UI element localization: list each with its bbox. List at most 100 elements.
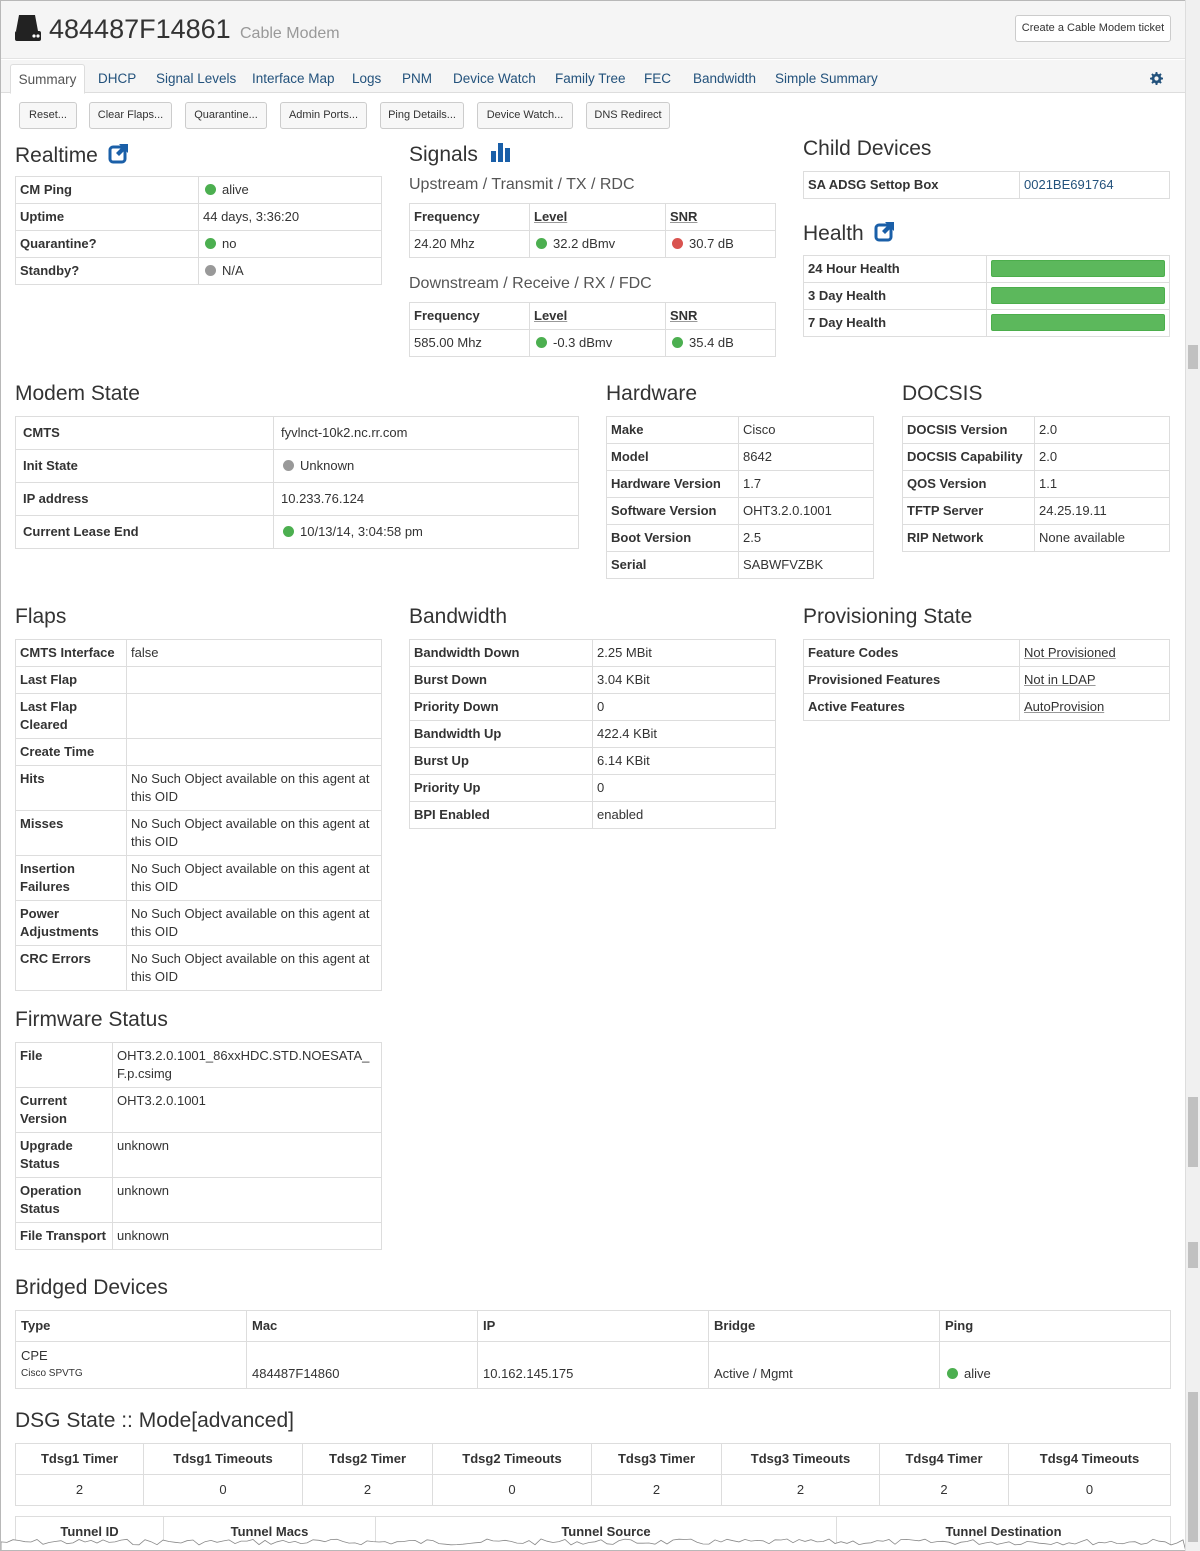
torn-edge xyxy=(1,1538,1185,1550)
provisioning-value[interactable]: Not Provisioned xyxy=(1019,639,1170,667)
tab-simple-summary[interactable]: Simple Summary xyxy=(775,71,878,86)
col-tdsg2-timer: Tdsg2 Timer xyxy=(302,1443,433,1475)
status-dot-icon xyxy=(283,460,294,471)
status-dot-icon xyxy=(672,238,683,249)
hardware-label: Make xyxy=(606,416,739,444)
col-level: Level xyxy=(529,203,666,231)
page-title: 484487F14861 xyxy=(49,14,231,44)
col-tdsg4-timer: Tdsg4 Timer xyxy=(879,1443,1009,1475)
upstream-heading: Upstream / Transmit / TX / RDC xyxy=(409,176,635,193)
docsis-value: 2.0 xyxy=(1034,443,1170,471)
tab-family-tree[interactable]: Family Tree xyxy=(555,71,626,86)
external-link-icon[interactable] xyxy=(108,142,130,164)
firmware-label: Current Version xyxy=(15,1087,113,1133)
tab-interface-map[interactable]: Interface Map xyxy=(252,71,335,86)
col-ip: IP xyxy=(477,1310,709,1342)
clear-flaps-button[interactable]: Clear Flaps... xyxy=(89,102,172,129)
firmware-value: unknown xyxy=(112,1177,382,1223)
quarantine-button[interactable]: Quarantine... xyxy=(185,102,267,129)
tab-summary[interactable]: Summary xyxy=(10,64,85,94)
ping-details-button[interactable]: Ping Details... xyxy=(380,102,464,129)
down-level: -0.3 dBmv xyxy=(529,329,666,357)
flaps-label: CRC Errors xyxy=(15,945,127,991)
status-dot-icon xyxy=(205,238,216,249)
external-link-icon[interactable] xyxy=(874,220,896,242)
dsg-value: 2 xyxy=(302,1474,433,1506)
col-ping: Ping xyxy=(939,1310,1171,1342)
signals-heading: Signals xyxy=(409,142,512,167)
provisioning-value[interactable]: AutoProvision xyxy=(1019,693,1170,721)
page-frame: 484487F14861 Cable Modem Create a Cable … xyxy=(0,0,1185,1551)
docsis-label: DOCSIS Capability xyxy=(902,443,1035,471)
health-bar xyxy=(986,255,1170,283)
flaps-label: Power Adjustments xyxy=(15,900,127,946)
bandwidth-value: 422.4 KBit xyxy=(592,720,776,748)
scrollbar-thumb[interactable] xyxy=(1188,345,1198,369)
firmware-value: unknown xyxy=(112,1222,382,1250)
dsg-heading: DSG State :: Mode[advanced] xyxy=(15,1409,294,1432)
provisioning-value[interactable]: Not in LDAP xyxy=(1019,666,1170,694)
tab-fec[interactable]: FEC xyxy=(644,71,671,86)
tab-dhcp[interactable]: DHCP xyxy=(98,71,136,86)
tab-bandwidth[interactable]: Bandwidth xyxy=(693,71,756,86)
col-level: Level xyxy=(529,302,666,330)
admin-ports-button[interactable]: Admin Ports... xyxy=(280,102,367,129)
col-type: Type xyxy=(15,1310,247,1342)
tab-device-watch[interactable]: Device Watch xyxy=(453,71,536,86)
scrollbar-thumb[interactable] xyxy=(1188,1392,1198,1542)
modem-state-value: 10.233.76.124 xyxy=(273,482,579,516)
flaps-heading: Flaps xyxy=(15,605,67,628)
vertical-scrollbar[interactable] xyxy=(1185,0,1200,1551)
docsis-value: 2.0 xyxy=(1034,416,1170,444)
hardware-label: Software Version xyxy=(606,497,739,525)
realtime-value: alive xyxy=(198,176,382,204)
modem-state-label: CMTS xyxy=(15,416,274,450)
health-label: 24 Hour Health xyxy=(803,255,987,283)
bandwidth-label: Bandwidth Down xyxy=(409,639,593,667)
hardware-heading: Hardware xyxy=(606,382,698,405)
dsg-value: 2 xyxy=(591,1474,722,1506)
hardware-value: 2.5 xyxy=(738,524,874,552)
tab-signal-levels[interactable]: Signal Levels xyxy=(156,71,236,86)
bandwidth-label: Bandwidth Up xyxy=(409,720,593,748)
health-bar-fill xyxy=(991,260,1165,277)
status-dot-icon xyxy=(536,337,547,348)
docsis-label: TFTP Server xyxy=(902,497,1035,525)
scrollbar-thumb[interactable] xyxy=(1188,1242,1198,1268)
health-label: 7 Day Health xyxy=(803,309,987,337)
tab-logs[interactable]: Logs xyxy=(352,71,381,86)
provisioning-table: Feature Codes Not Provisioned Provisioned… xyxy=(803,639,1170,721)
firmware-value: OHT3.2.0.1001_86xxHDC.STD.NOESATA_F.p.cs… xyxy=(112,1042,382,1088)
provisioning-heading: Provisioning State xyxy=(803,605,973,628)
reset-button[interactable]: Reset... xyxy=(19,102,77,129)
status-dot-icon xyxy=(536,238,547,249)
bar-chart-icon[interactable] xyxy=(490,142,512,162)
realtime-label: Standby? xyxy=(15,257,199,285)
hardware-value: SABWFVZBK xyxy=(738,551,874,579)
bridged-ip: 10.162.145.175 xyxy=(477,1341,709,1389)
dsg-value: 0 xyxy=(1008,1474,1171,1506)
hardware-value: Cisco xyxy=(738,416,874,444)
bandwidth-value: 3.04 KBit xyxy=(592,666,776,694)
col-frequency: Frequency xyxy=(409,302,530,330)
firmware-label: Upgrade Status xyxy=(15,1132,113,1178)
flaps-label: CMTS Interface xyxy=(15,639,127,667)
dns-redirect-button[interactable]: DNS Redirect xyxy=(586,102,670,129)
child-device-link[interactable]: 0021BE691764 xyxy=(1019,171,1170,199)
bandwidth-label: Priority Up xyxy=(409,774,593,802)
page-header: 484487F14861 Cable Modem Create a Cable … xyxy=(1,1,1185,59)
modem-icon xyxy=(15,15,41,41)
tab-pnm[interactable]: PNM xyxy=(402,71,432,86)
provisioning-label: Feature Codes xyxy=(803,639,1020,667)
hardware-label: Hardware Version xyxy=(606,470,739,498)
col-frequency: Frequency xyxy=(409,203,530,231)
gear-icon[interactable] xyxy=(1150,72,1163,85)
scrollbar-thumb[interactable] xyxy=(1188,1097,1198,1167)
flaps-label: Hits xyxy=(15,765,127,811)
bandwidth-heading: Bandwidth xyxy=(409,605,508,628)
realtime-value: 44 days, 3:36:20 xyxy=(198,203,382,231)
device-watch-button[interactable]: Device Watch... xyxy=(477,102,573,129)
create-ticket-button[interactable]: Create a Cable Modem ticket xyxy=(1015,15,1171,42)
downstream-table: Frequency Level SNR 585.00 Mhz -0.3 dBmv 35.… xyxy=(409,302,776,357)
status-dot-icon xyxy=(672,337,683,348)
